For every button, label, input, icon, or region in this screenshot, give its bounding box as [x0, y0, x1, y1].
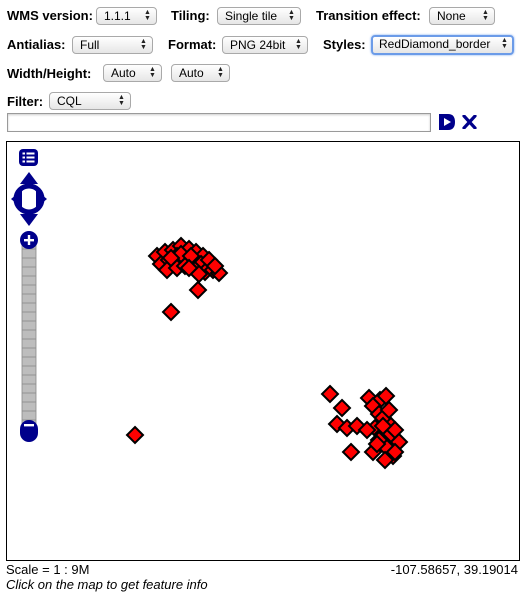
wms-version-select[interactable]: 1.1.1 ▲ ▼ [96, 7, 157, 25]
transition-effect-select[interactable]: None ▲ ▼ [429, 7, 495, 25]
select-arrows-icon: ▲ ▼ [118, 94, 125, 107]
tiling-value: Single tile [225, 9, 278, 23]
filter-label: Filter: [7, 94, 44, 109]
height-select[interactable]: Auto ▲ ▼ [171, 64, 230, 82]
styles-label: Styles: [323, 37, 366, 52]
feature-marker[interactable] [161, 302, 181, 322]
pan-up-arrow-icon[interactable] [20, 172, 38, 184]
feature-marker[interactable] [341, 442, 361, 462]
feature-layer [125, 236, 409, 470]
select-arrows-icon: ▲ ▼ [217, 66, 224, 79]
mouse-coordinates: -107.58657, 39.19014 [390, 562, 518, 577]
transition-effect-label: Transition effect: [316, 8, 421, 23]
antialias-label: Antialias: [7, 37, 66, 52]
width-height-label: Width/Height: [7, 66, 92, 81]
zoom-out-icon[interactable] [20, 420, 38, 442]
format-label: Format: [168, 37, 217, 52]
filter-text-input[interactable] [7, 113, 431, 132]
reset-filter-icon[interactable] [462, 115, 477, 129]
tiling-label: Tiling: [171, 8, 210, 23]
height-value: Auto [179, 66, 204, 80]
antialias-select[interactable]: Full ▲ ▼ [72, 36, 153, 54]
select-arrows-icon: ▲ ▼ [288, 9, 295, 22]
select-arrows-icon: ▲ ▼ [140, 38, 147, 51]
format-value: PNG 24bit [230, 38, 286, 52]
map-viewport[interactable] [6, 141, 520, 561]
antialias-value: Full [80, 38, 100, 52]
select-arrows-icon: ▲ ▼ [501, 37, 508, 50]
format-select[interactable]: PNG 24bit ▲ ▼ [222, 36, 308, 54]
map-canvas [125, 236, 409, 470]
layer-switcher-icon[interactable] [18, 148, 39, 167]
select-arrows-icon: ▲ ▼ [295, 38, 302, 51]
apply-filter-icon[interactable] [437, 113, 457, 131]
pan-down-arrow-icon[interactable] [20, 214, 38, 226]
feature-marker[interactable] [125, 425, 145, 445]
select-arrows-icon: ▲ ▼ [144, 9, 151, 22]
filter-type-value: CQL [57, 94, 82, 108]
feature-info-hint: Click on the map to get feature info [6, 577, 208, 592]
transition-effect-value: None [437, 9, 466, 23]
feature-marker[interactable] [320, 384, 340, 404]
pan-control [11, 172, 47, 226]
styles-select[interactable]: RedDiamond_border ▲ ▼ [371, 35, 514, 55]
styles-value: RedDiamond_border [379, 37, 491, 51]
wms-version-value: 1.1.1 [104, 9, 131, 23]
map-scale: Scale = 1 : 9M [6, 562, 90, 577]
feature-marker[interactable] [332, 398, 352, 418]
zoom-bar[interactable] [19, 231, 39, 443]
select-arrows-icon: ▲ ▼ [482, 9, 489, 22]
select-arrows-icon: ▲ ▼ [149, 66, 156, 79]
wms-version-label: WMS version: [7, 8, 93, 23]
width-value: Auto [111, 66, 136, 80]
tiling-select[interactable]: Single tile ▲ ▼ [217, 7, 301, 25]
filter-type-select[interactable]: CQL ▲ ▼ [49, 92, 131, 110]
width-select[interactable]: Auto ▲ ▼ [103, 64, 162, 82]
feature-marker[interactable] [188, 280, 208, 300]
